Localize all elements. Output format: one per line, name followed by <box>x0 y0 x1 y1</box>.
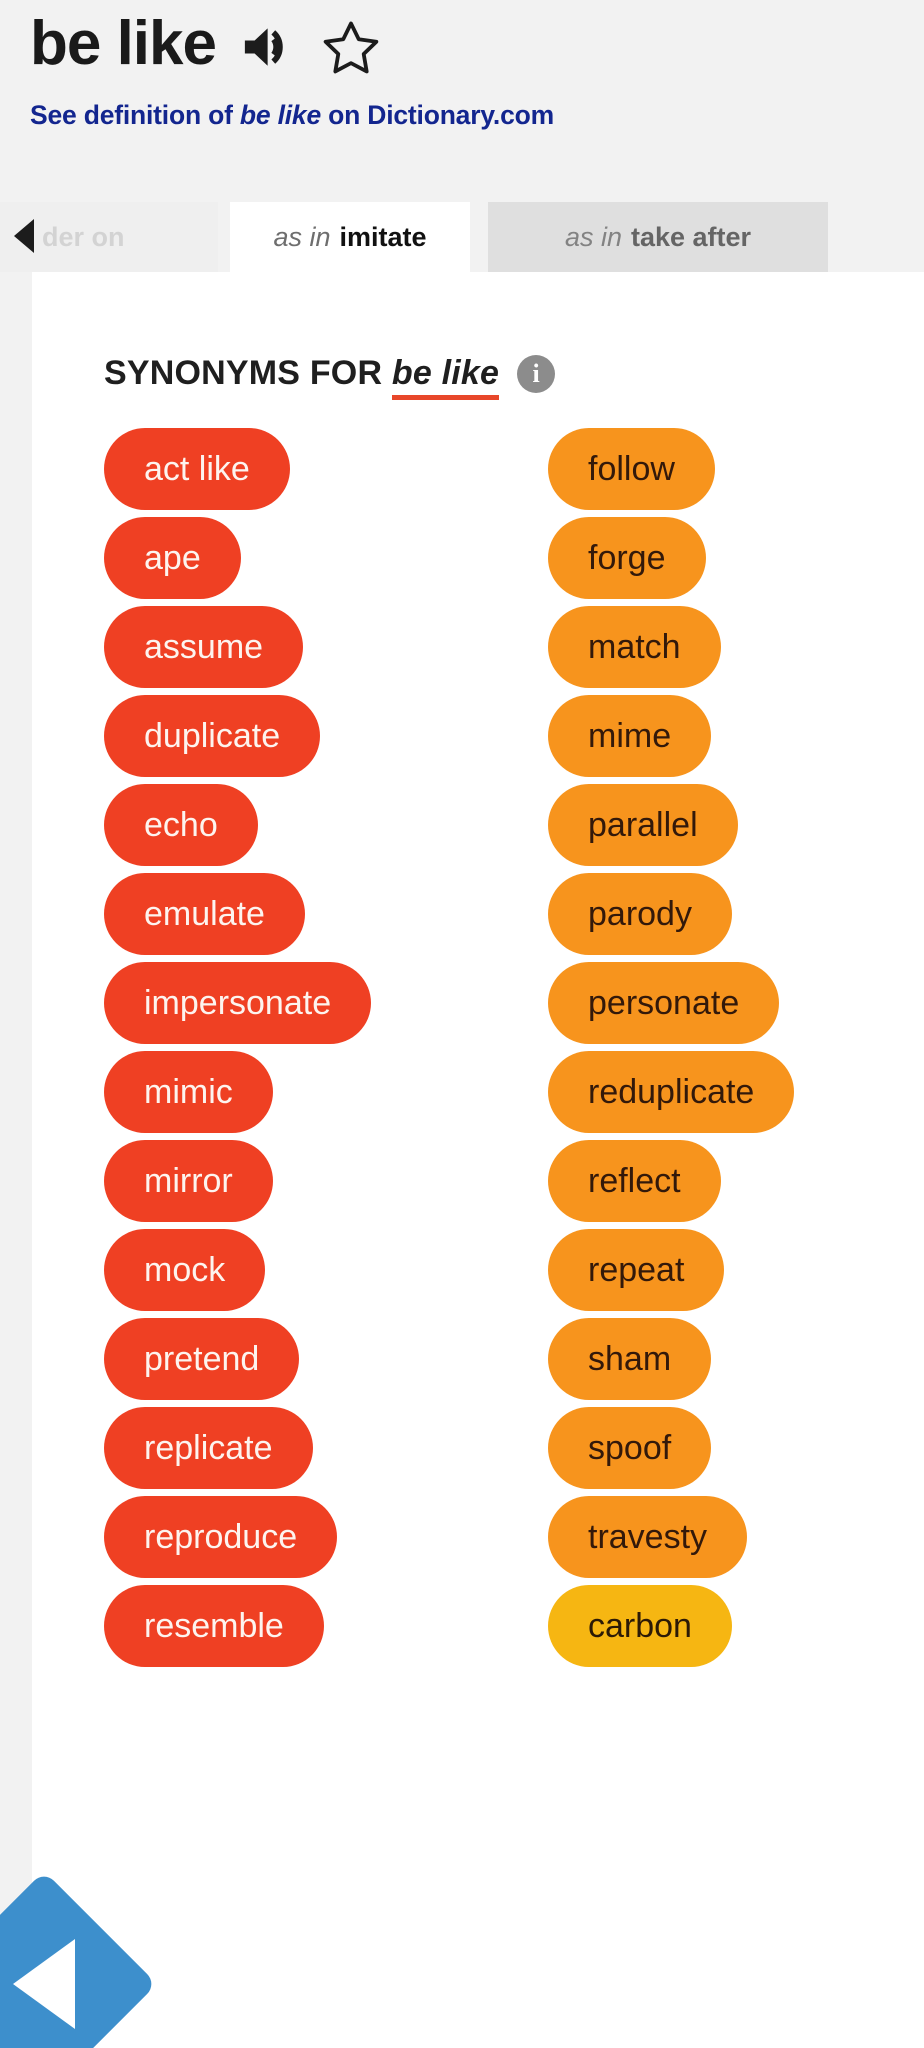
synonym-chip-row: mime <box>548 695 794 784</box>
tab-as-in-label-2: as in <box>564 221 622 252</box>
synonym-chip-row: carbon <box>548 1585 794 1674</box>
synonym-chip[interactable]: ape <box>104 517 241 599</box>
left-gutter <box>0 272 32 2048</box>
info-icon-glyph: i <box>532 358 540 388</box>
synonym-chip[interactable]: assume <box>104 606 304 688</box>
synonyms-heading-term: be like <box>391 354 500 400</box>
tab-imitate[interactable]: as in imitate <box>230 202 470 272</box>
synonyms-heading-prefix: SYNONYMS FOR <box>104 354 392 392</box>
synonym-chip[interactable]: resemble <box>104 1585 324 1667</box>
left-arrow-icon[interactable] <box>14 219 34 253</box>
tab-previous-label: der on <box>42 221 125 252</box>
synonym-chip-row: replicate <box>104 1407 371 1496</box>
synonym-chip[interactable]: duplicate <box>104 695 321 777</box>
synonym-chip[interactable]: reflect <box>548 1140 721 1222</box>
synonym-chip-row: match <box>548 606 794 695</box>
synonym-chip-row: mimic <box>104 1051 371 1140</box>
synonym-chip-row: forge <box>548 517 794 606</box>
synonym-chip[interactable]: match <box>548 606 721 688</box>
definition-link[interactable]: See definition of be like on Dictionary.… <box>30 100 554 131</box>
synonym-chip[interactable]: follow <box>548 428 715 510</box>
synonym-chip-row: personate <box>548 962 794 1051</box>
synonym-chip[interactable]: reduplicate <box>548 1051 795 1133</box>
synonym-chip-row: emulate <box>104 873 371 962</box>
synonym-chip-row: repeat <box>548 1229 794 1318</box>
definition-link-prefix: See definition of <box>30 100 240 130</box>
synonym-chip-row: act like <box>104 428 371 517</box>
synonym-chip-row: resemble <box>104 1585 371 1674</box>
synonym-chip[interactable]: spoof <box>548 1407 712 1489</box>
synonym-chip-row: mirror <box>104 1140 371 1229</box>
synonym-chip[interactable]: mime <box>548 695 712 777</box>
tab-as-in-label: as in <box>273 221 331 252</box>
synonym-chip[interactable]: emulate <box>104 873 305 955</box>
definition-link-term: be like <box>239 100 321 130</box>
synonym-chip-row: sham <box>548 1318 794 1407</box>
synonym-chip-row: reflect <box>548 1140 794 1229</box>
synonym-chip[interactable]: mimic <box>104 1051 273 1133</box>
synonym-chip-row: duplicate <box>104 695 371 784</box>
tab-take-after-label: take after <box>630 221 752 252</box>
synonyms-heading: SYNONYMS FOR be like <box>104 354 500 400</box>
synonym-chip-row: spoof <box>548 1407 794 1496</box>
synonyms-heading-row: SYNONYMS FOR be like i <box>104 354 556 400</box>
synonym-chip[interactable]: forge <box>548 517 706 599</box>
tab-imitate-label: imitate <box>339 221 427 252</box>
page-title: be like <box>30 9 217 78</box>
page-header: be like See definition of be like on Dic… <box>0 0 924 202</box>
synonym-chip[interactable]: sham <box>548 1318 712 1400</box>
synonym-chip-row: parody <box>548 873 794 962</box>
synonym-chip-row: impersonate <box>104 962 372 1051</box>
synonym-chip-row: parallel <box>548 784 794 873</box>
synonym-chip[interactable]: repeat <box>548 1229 725 1311</box>
synonym-chip-row: ape <box>104 517 371 606</box>
synonym-chip[interactable]: reproduce <box>104 1496 338 1578</box>
synonym-column-left: act like ape assume duplicate echo emulate imp… <box>104 428 372 1674</box>
synonym-chip-row: reduplicate <box>548 1051 795 1140</box>
synonym-chip-row: echo <box>104 784 371 873</box>
synonym-chip[interactable]: mirror <box>104 1140 273 1222</box>
speaker-audio-icon[interactable] <box>240 21 292 73</box>
synonym-chip[interactable]: echo <box>104 784 258 866</box>
synonym-chip-row: pretend <box>104 1318 371 1407</box>
synonym-chip[interactable]: parody <box>548 873 732 955</box>
synonym-chip[interactable]: replicate <box>104 1407 313 1489</box>
synonym-chip[interactable]: travesty <box>548 1496 748 1578</box>
info-icon[interactable]: i <box>517 354 556 393</box>
back-triangle-diamond-button[interactable] <box>0 1870 158 2048</box>
synonyms-panel: SYNONYMS FOR be like i act like ape assume… <box>0 272 924 2048</box>
thesaurus-screen: be like See definition of be like on Dic… <box>0 0 924 2048</box>
back-triangle-icon <box>13 1939 76 2029</box>
synonym-chip-row: follow <box>548 428 794 517</box>
definition-link-suffix: on Dictionary.com <box>320 100 554 130</box>
synonym-chip[interactable]: act like <box>104 428 290 510</box>
synonym-chip-row: mock <box>104 1229 371 1318</box>
synonym-chip[interactable]: pretend <box>104 1318 300 1400</box>
synonym-chip[interactable]: carbon <box>548 1585 732 1667</box>
synonym-chip[interactable]: parallel <box>548 784 738 866</box>
synonym-column-right: follow forge match mime parallel parody person… <box>548 428 795 1674</box>
sense-tab-bar[interactable]: der on as in imitate as in take after <box>0 202 924 272</box>
synonym-chip-row: assume <box>104 606 371 695</box>
star-favorite-icon[interactable] <box>322 18 380 76</box>
synonym-chip-row: reproduce <box>104 1496 371 1585</box>
tab-take-after[interactable]: as in take after <box>488 202 828 272</box>
synonym-chip-row: travesty <box>548 1496 794 1585</box>
headword-row: be like <box>30 12 380 76</box>
synonym-chip[interactable]: mock <box>104 1229 266 1311</box>
synonym-chip[interactable]: impersonate <box>104 962 372 1044</box>
synonym-chip[interactable]: personate <box>548 962 780 1044</box>
